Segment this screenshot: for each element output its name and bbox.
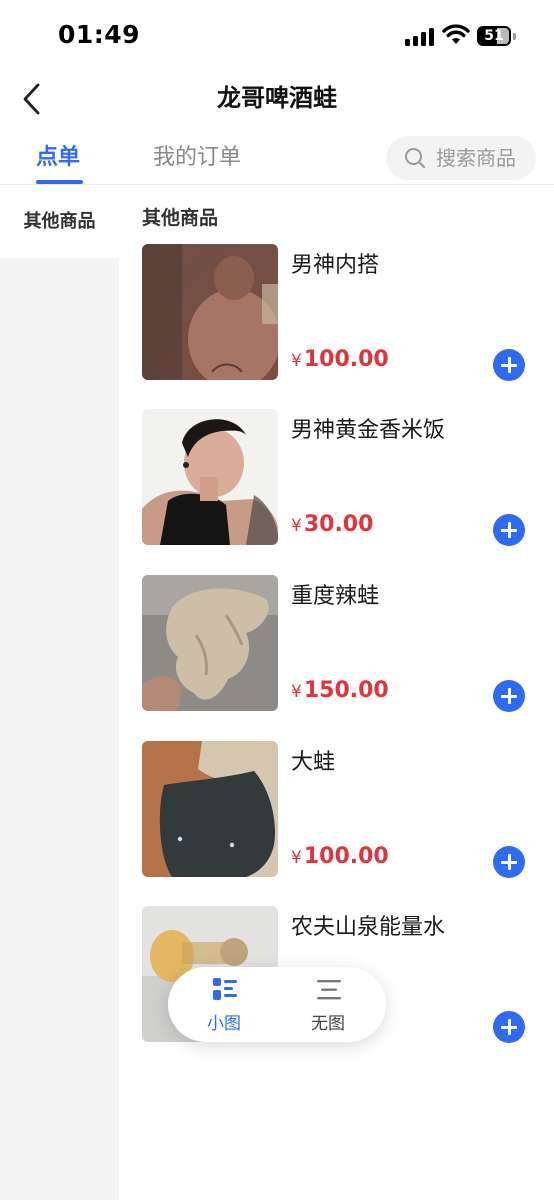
view-small-label: 小图 bbox=[207, 1014, 241, 1034]
add-to-cart-button[interactable] bbox=[493, 1011, 525, 1043]
category-sidebar: 其他商品 bbox=[0, 185, 119, 1200]
price-value: 30.00 bbox=[303, 512, 374, 537]
product-image[interactable] bbox=[142, 575, 278, 711]
sidebar-item-other[interactable]: 其他商品 bbox=[0, 185, 119, 258]
add-to-cart-button[interactable] bbox=[493, 514, 525, 546]
price-symbol: ¥ bbox=[291, 848, 302, 868]
view-none-label: 无图 bbox=[311, 1014, 345, 1034]
tab-order[interactable]: 点单 bbox=[36, 142, 80, 174]
list-icon bbox=[317, 980, 341, 1000]
price-symbol: ¥ bbox=[291, 682, 302, 702]
product-item[interactable]: 男神内搭 ¥100.00 bbox=[142, 244, 542, 381]
price-value: 100.00 bbox=[303, 347, 389, 372]
product-name: 男神黄金香米饭 bbox=[291, 418, 446, 443]
status-time: 01:49 bbox=[58, 20, 141, 49]
product-image[interactable] bbox=[142, 741, 278, 877]
battery-level: 51 bbox=[484, 28, 504, 44]
price-value: 150.00 bbox=[303, 678, 389, 703]
tab-my-orders[interactable]: 我的订单 bbox=[153, 142, 241, 174]
view-small-image-button[interactable]: 小图 bbox=[174, 967, 274, 1042]
add-to-cart-button[interactable] bbox=[493, 349, 525, 381]
product-price: ¥30.00 bbox=[291, 509, 373, 542]
page-title: 龙哥啤酒蛙 bbox=[217, 84, 337, 112]
product-price: ¥100.00 bbox=[291, 841, 389, 874]
view-no-image-button[interactable]: 无图 bbox=[278, 967, 378, 1042]
product-name: 农夫山泉能量水 bbox=[291, 915, 446, 940]
product-item[interactable]: 重度辣蛙 ¥150.00 bbox=[142, 575, 542, 712]
status-bar: 01:49 51 bbox=[0, 0, 554, 70]
add-to-cart-button[interactable] bbox=[493, 680, 525, 712]
product-price: ¥150.00 bbox=[291, 675, 389, 708]
product-item[interactable]: 大蛙 ¥100.00 bbox=[142, 741, 542, 878]
product-image[interactable] bbox=[142, 409, 278, 545]
price-symbol: ¥ bbox=[291, 516, 302, 536]
category-title: 其他商品 bbox=[142, 207, 219, 229]
view-mode-toggle: 小图 无图 bbox=[168, 967, 386, 1042]
sidebar-item-label: 其他商品 bbox=[23, 211, 96, 232]
product-name: 大蛙 bbox=[291, 750, 336, 775]
product-price: ¥100.00 bbox=[291, 344, 389, 377]
product-name: 男神内搭 bbox=[291, 253, 380, 278]
battery-icon: 51 bbox=[477, 26, 511, 46]
price-symbol: ¥ bbox=[291, 351, 302, 371]
search-icon bbox=[405, 148, 426, 169]
list-with-thumbnails-icon bbox=[213, 978, 237, 1000]
product-image[interactable] bbox=[142, 244, 278, 380]
search-input[interactable]: 搜索商品 bbox=[386, 136, 536, 180]
signal-icon bbox=[405, 28, 435, 46]
battery-tip bbox=[513, 33, 516, 40]
product-item[interactable]: 男神黄金香米饭 ¥30.00 bbox=[142, 409, 542, 546]
price-value: 100.00 bbox=[303, 844, 389, 869]
product-name: 重度辣蛙 bbox=[291, 584, 380, 609]
search-placeholder: 搜索商品 bbox=[436, 146, 516, 170]
add-to-cart-button[interactable] bbox=[493, 846, 525, 878]
wifi-icon bbox=[442, 24, 470, 44]
